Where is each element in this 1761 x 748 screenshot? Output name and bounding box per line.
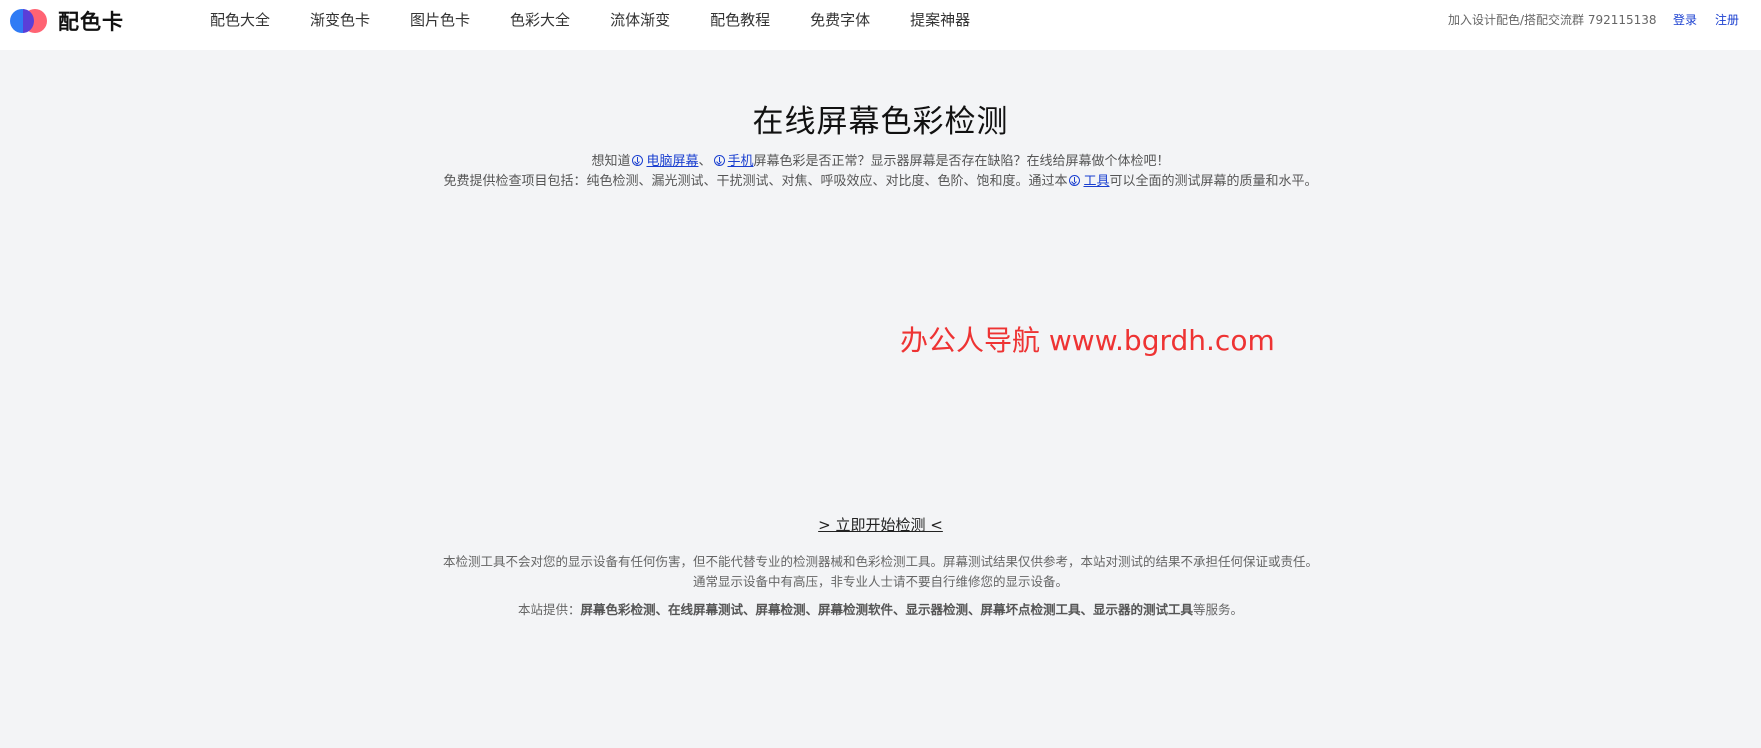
intro1-sep: 、 (698, 154, 712, 169)
nav-item-tutorials[interactable]: 配色教程 (710, 0, 770, 40)
nav-item-fluid-gradient[interactable]: 流体渐变 (610, 0, 670, 40)
join-group-text: 加入设计配色/搭配交流群 792115138 (1448, 13, 1657, 27)
services-suffix: 等服务。 (1193, 602, 1244, 617)
nav-item-proposal-tool[interactable]: 提案神器 (910, 0, 970, 40)
register-link[interactable]: 注册 (1715, 11, 1739, 28)
page-title: 在线屏幕色彩检测 (752, 104, 1009, 140)
pc-screen-link[interactable]: 电脑屏幕 (646, 154, 698, 169)
services-line: 本站提供：屏幕色彩检测、在线屏幕测试、屏幕检测、屏幕检测软件、显示器检测、屏幕坏… (0, 599, 1761, 618)
disclaimer-line-2: 通常显示设备中有高压，非专业人士请不要自行维修您的显示设备。 (692, 574, 1068, 589)
nav-item-color-schemes[interactable]: 配色大全 (210, 0, 270, 40)
download-icon (713, 155, 725, 166)
tool-link[interactable]: 工具 (1083, 174, 1109, 189)
intro1-prefix: 想知道 (591, 154, 631, 169)
nav-item-gradient-cards[interactable]: 渐变色卡 (310, 0, 370, 40)
intro-line-1: 想知道 电脑屏幕、 手机屏幕色彩是否正常？显示器屏幕是否存在缺陷？在线给屏幕做个体检… (0, 150, 1761, 169)
start-test-row: > 立即开始检测 < (0, 514, 1761, 535)
intro2-suffix: 可以全面的测试屏幕的质量和水平。 (1109, 174, 1318, 189)
services-items: 屏幕色彩检测、在线屏幕测试、屏幕检测、屏幕检测软件、显示器检测、屏幕坏点检测工具… (580, 602, 1193, 617)
logo-text: 配色卡 (58, 10, 124, 34)
nav-item-color-encyclopedia[interactable]: 色彩大全 (510, 0, 570, 40)
nav-item-image-cards[interactable]: 图片色卡 (410, 0, 470, 40)
main-nav: 配色大全 渐变色卡 图片色卡 色彩大全 流体渐变 配色教程 免费字体 提案神器 (210, 0, 1010, 40)
top-header: 配色卡 配色大全 渐变色卡 图片色卡 色彩大全 流体渐变 配色教程 免费字体 提… (0, 0, 1761, 50)
services-prefix: 本站提供： (517, 602, 581, 617)
logo-circles-icon (10, 9, 50, 33)
logo[interactable]: 配色卡 (10, 9, 124, 34)
nav-item-free-fonts[interactable]: 免费字体 (810, 0, 870, 40)
login-link[interactable]: 登录 (1673, 11, 1697, 28)
phone-link[interactable]: 手机 (728, 154, 754, 169)
intro1-suffix: 屏幕色彩是否正常？显示器屏幕是否存在缺陷？在线给屏幕做个体检吧！ (753, 154, 1170, 169)
intro-line-2: 免费提供检查项目包括：纯色检测、漏光测试、干扰测试、对焦、呼吸效应、对比度、色阶… (0, 170, 1761, 189)
watermark-text: 办公人导航 www.bgrdh.com (900, 324, 1275, 357)
intro2-prefix: 免费提供检查项目包括：纯色检测、漏光测试、干扰测试、对焦、呼吸效应、对比度、色阶… (443, 174, 1068, 189)
download-icon (1069, 175, 1081, 186)
start-test-button[interactable]: > 立即开始检测 < (818, 516, 943, 534)
download-icon (632, 155, 644, 166)
disclaimer-line-1: 本检测工具不会对您的显示设备有任何伤害，但不能代替专业的检测器械和色彩检测工具。… (442, 554, 1318, 569)
